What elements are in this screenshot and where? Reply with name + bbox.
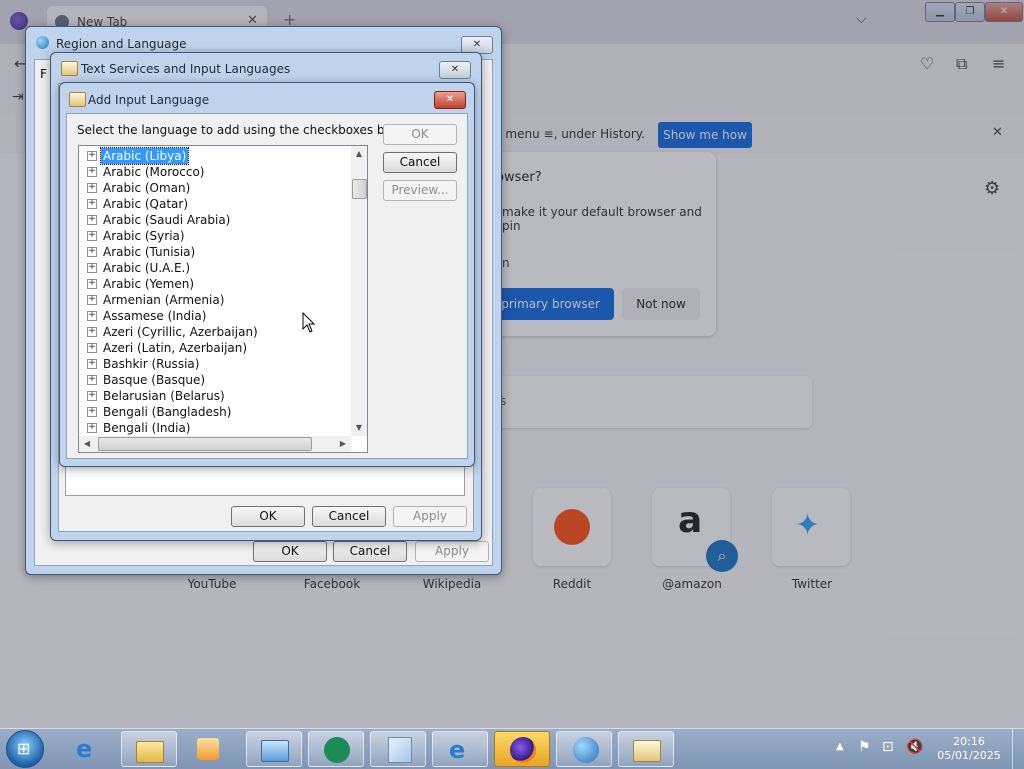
- show-hidden-icons-icon[interactable]: ▲: [836, 741, 844, 752]
- expand-plus-icon[interactable]: +: [87, 231, 97, 241]
- vertical-scrollbar[interactable]: ▲ ▼: [351, 146, 367, 436]
- text-services-apply-button: Apply: [393, 506, 467, 527]
- language-item-label: Arabic (Qatar): [103, 197, 189, 211]
- expand-plus-icon[interactable]: +: [87, 215, 97, 225]
- language-tree[interactable]: + Arabic (Libya) + Arabic (Morocco) + Arabic …: [78, 145, 368, 453]
- taskbar-firefox-button[interactable]: [494, 731, 550, 767]
- language-item-label: Armenian (Armenia): [103, 293, 225, 307]
- language-item-label: Arabic (U.A.E.): [103, 261, 191, 275]
- clock-time: 20:16: [953, 735, 985, 748]
- volume-muted-icon[interactable]: 🔇: [906, 739, 923, 755]
- keyboard-icon: [61, 61, 78, 76]
- expand-plus-icon[interactable]: +: [87, 247, 97, 257]
- globe-icon: [36, 36, 49, 49]
- language-item-label: Bengali (Bangladesh): [103, 405, 232, 419]
- expand-plus-icon[interactable]: +: [87, 279, 97, 289]
- taskbar-explorer-button[interactable]: [121, 731, 177, 767]
- region-tab-label[interactable]: F: [40, 67, 47, 81]
- media-player-icon: [197, 738, 219, 760]
- expand-plus-icon[interactable]: +: [87, 183, 97, 193]
- internet-explorer-icon: e: [76, 735, 93, 763]
- language-item-label: Azeri (Latin, Azerbaijan): [103, 341, 248, 355]
- language-item-label: Belarusian (Belarus): [103, 389, 225, 403]
- language-item-label: Basque (Basque): [103, 373, 206, 387]
- system-clock[interactable]: 20:16 05/01/2025: [934, 735, 1004, 763]
- taskbar-media-player-icon[interactable]: [183, 731, 239, 767]
- internet-explorer-icon: e: [449, 736, 466, 764]
- network-icon[interactable]: ⊡: [882, 739, 894, 755]
- expand-plus-icon[interactable]: +: [87, 327, 97, 337]
- expand-plus-icon[interactable]: +: [87, 407, 97, 417]
- notepad-icon: [388, 737, 412, 763]
- language-item-label: Arabic (Saudi Arabia): [103, 213, 231, 227]
- taskbar-ie-button[interactable]: e: [432, 731, 488, 767]
- region-ok-button[interactable]: OK: [253, 541, 327, 562]
- language-item-label: Azeri (Cyrillic, Azerbaijan): [103, 325, 258, 339]
- preview-button: Preview...: [383, 180, 457, 201]
- action-center-icon[interactable]: ⚑: [858, 739, 871, 755]
- language-item-label: Bashkir (Russia): [103, 357, 200, 371]
- add-input-cancel-button[interactable]: Cancel: [383, 152, 457, 173]
- folder-icon: [136, 741, 164, 763]
- horizontal-scroll-thumb[interactable]: [98, 437, 312, 451]
- language-item-label: Arabic (Tunisia): [103, 245, 196, 259]
- taskbar-notepad-button[interactable]: [370, 731, 426, 767]
- language-item-label: Bengali (India): [103, 421, 191, 435]
- windows-logo-icon: ⊞: [17, 739, 31, 758]
- language-item-label: Arabic (Morocco): [103, 165, 205, 179]
- scroll-up-icon[interactable]: ▲: [351, 146, 367, 162]
- expand-plus-icon[interactable]: +: [87, 359, 97, 369]
- add-input-language-dialog: Add Input Language ✕ Select the language…: [59, 82, 475, 467]
- expand-plus-icon[interactable]: +: [87, 199, 97, 209]
- scroll-down-icon[interactable]: ▼: [351, 420, 367, 436]
- taskbar: ⊞ e e ▲ ⚑ ⊡ 🔇 20:16 05/01/2025: [0, 728, 1024, 769]
- scroll-right-icon[interactable]: ▶: [335, 436, 351, 452]
- expand-plus-icon[interactable]: +: [87, 311, 97, 321]
- taskbar-region-button[interactable]: [556, 731, 612, 767]
- taskbar-ie-icon[interactable]: e: [62, 731, 118, 767]
- text-services-ok-button[interactable]: OK: [231, 506, 305, 527]
- expand-plus-icon[interactable]: +: [87, 391, 97, 401]
- add-input-title: Add Input Language: [88, 93, 210, 107]
- clock-date: 05/01/2025: [937, 749, 1001, 762]
- mouse-cursor-icon: [302, 312, 316, 333]
- vertical-scroll-thumb[interactable]: [352, 179, 367, 199]
- text-services-title: Text Services and Input Languages: [81, 62, 291, 76]
- horizontal-scrollbar[interactable]: ◀ ▶: [79, 436, 351, 452]
- language-list: + Arabic (Libya) + Arabic (Morocco) + Arabic …: [79, 146, 351, 436]
- text-services-cancel-button[interactable]: Cancel: [312, 506, 386, 527]
- add-input-ok-button: OK: [383, 124, 457, 145]
- show-desktop-button[interactable]: [1012, 729, 1024, 769]
- start-button[interactable]: ⊞: [6, 730, 44, 768]
- keyboard-icon: [69, 92, 86, 107]
- green-app-icon: [324, 737, 350, 763]
- region-apply-button: Apply: [415, 541, 489, 562]
- keyboard-icon: [633, 740, 661, 762]
- language-item-label: Assamese (India): [103, 309, 207, 323]
- expand-plus-icon[interactable]: +: [87, 151, 97, 161]
- expand-plus-icon[interactable]: +: [87, 263, 97, 273]
- expand-plus-icon[interactable]: +: [87, 167, 97, 177]
- language-item-label: Arabic (Oman): [103, 181, 191, 195]
- add-input-close-button[interactable]: ✕: [434, 91, 466, 109]
- language-item-label: Arabic (Yemen): [103, 277, 195, 291]
- add-input-body: Select the language to add using the che…: [66, 113, 468, 459]
- firefox-icon: [510, 737, 536, 763]
- control-panel-icon: [261, 740, 289, 762]
- globe-icon: [573, 737, 599, 763]
- expand-plus-icon[interactable]: +: [87, 375, 97, 385]
- region-cancel-button[interactable]: Cancel: [333, 541, 407, 562]
- scroll-left-icon[interactable]: ◀: [79, 436, 95, 452]
- language-item-label: Arabic (Syria): [103, 229, 185, 243]
- expand-plus-icon[interactable]: +: [87, 423, 97, 433]
- add-input-instruction: Select the language to add using the che…: [77, 123, 416, 137]
- text-services-close-button[interactable]: ✕: [439, 61, 471, 79]
- language-item-label: Arabic (Libya): [99, 147, 190, 165]
- taskbar-app-button[interactable]: [308, 731, 364, 767]
- taskbar-control-panel-button[interactable]: [246, 731, 302, 767]
- expand-plus-icon[interactable]: +: [87, 295, 97, 305]
- region-dialog-title: Region and Language: [56, 37, 187, 51]
- expand-plus-icon[interactable]: +: [87, 343, 97, 353]
- taskbar-text-services-button[interactable]: [618, 731, 674, 767]
